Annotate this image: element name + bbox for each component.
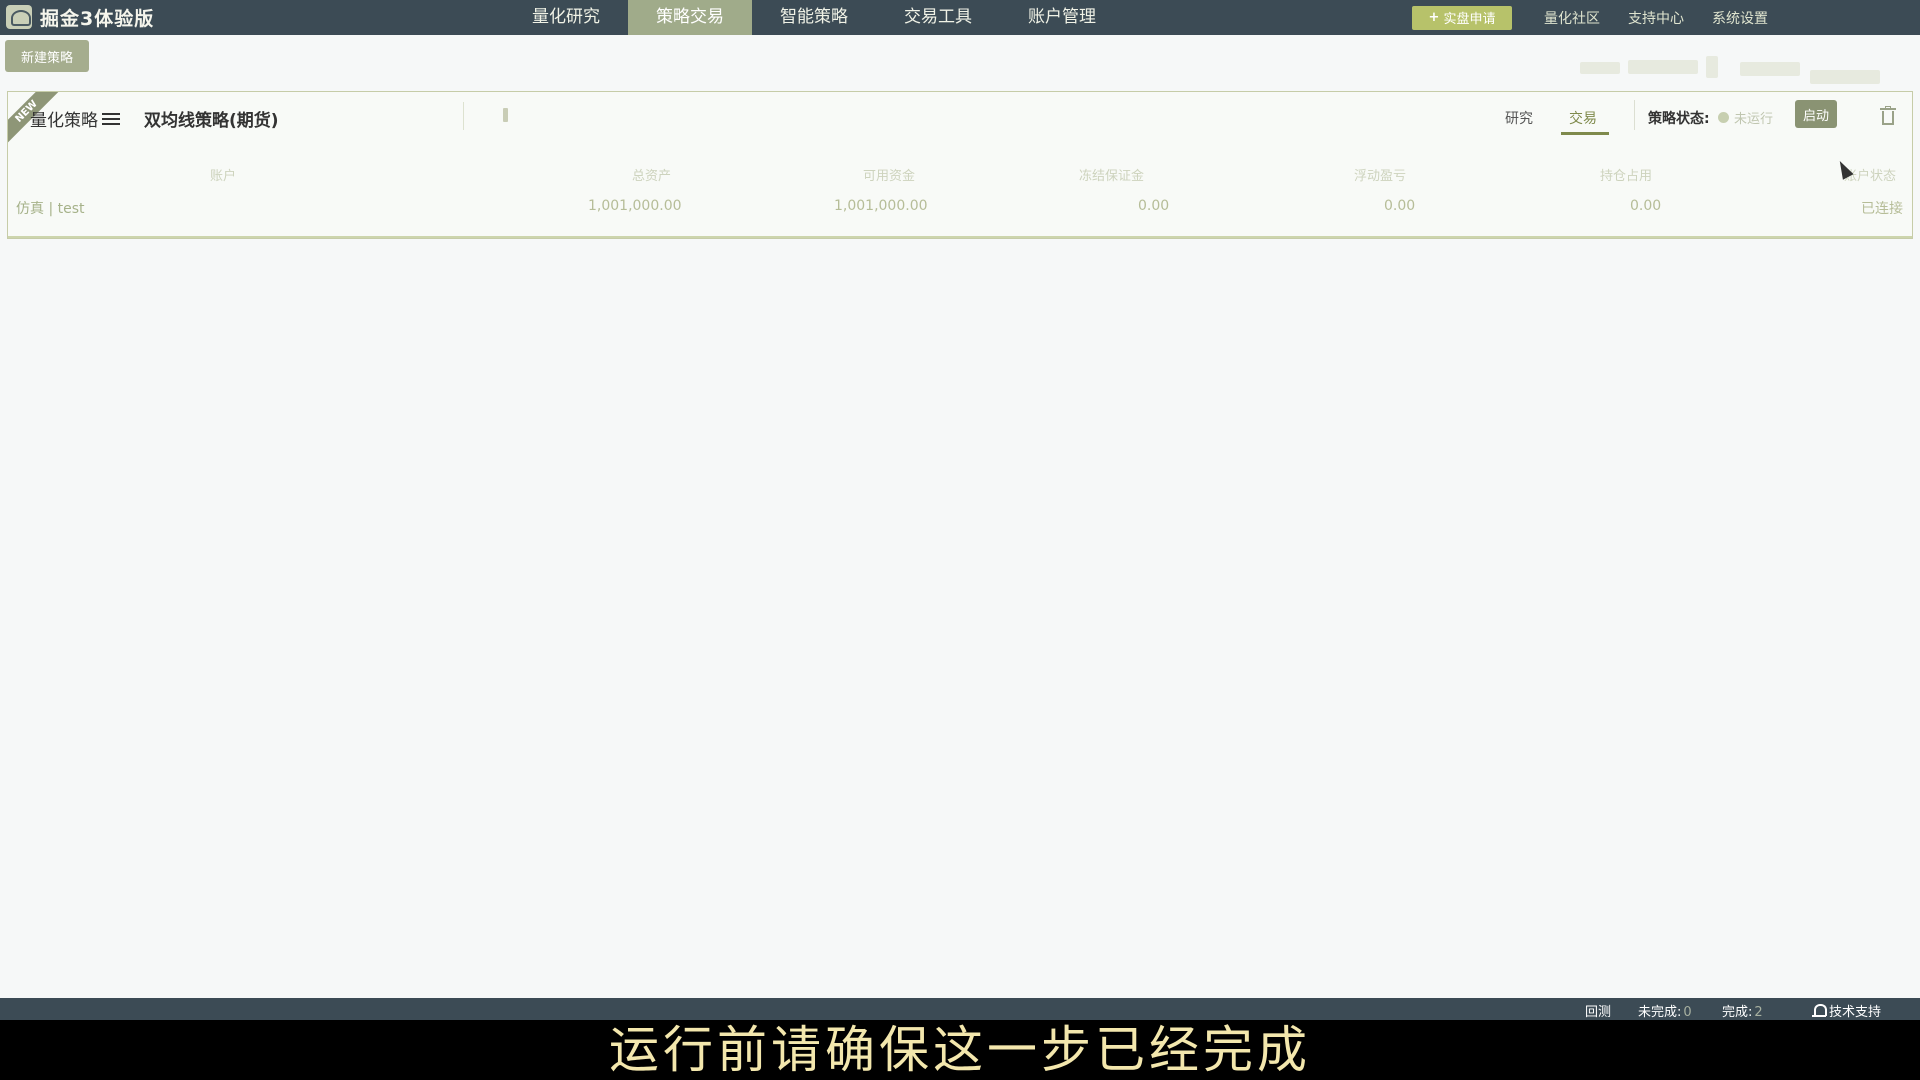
active-tab-indicator [1561,132,1609,135]
header-total-assets: 总资产 [632,169,672,184]
plus-icon: + [1428,10,1440,25]
app-title: 掘金3体验版 [40,7,155,30]
top-navigation-bar: 掘金3体验版 量化研究 策略交易 智能策略 交易工具 账户管理 + 实盘申请 量… [0,0,1920,35]
bell-icon [1812,1004,1827,1018]
tech-support-label: 技术支持 [1829,1005,1882,1020]
main-nav: 量化研究 策略交易 智能策略 交易工具 账户管理 [504,0,1124,35]
header-position-used: 持仓占用 [1600,169,1653,184]
app-logo[interactable]: 掘金3体验版 [6,4,154,30]
strategy-name: 双均线策略(期货) [144,111,279,131]
card-bottom-border [8,236,1912,238]
header-divider [463,102,464,130]
nav-tab-strategy-trading[interactable]: 策略交易 [628,0,752,35]
header-frozen-margin: 冻结保证金 [1079,169,1145,184]
strategy-status-value: 未运行 [1734,112,1774,127]
bottom-status-bar: 回测 未完成: 0 完成: 2 技术支持 [0,998,1920,1020]
finished-value: 2 [1754,1005,1763,1020]
status-divider [1634,100,1635,130]
header-account: 账户 [210,169,237,184]
nav-tab-account-management[interactable]: 账户管理 [1000,0,1124,35]
logo-icon [6,5,32,29]
cell-floating-pnl: 0.00 [1384,198,1416,214]
faded-toolbar-icons [1580,56,1890,96]
finished-count[interactable]: 完成: 2 [1722,1001,1763,1020]
trash-icon[interactable] [1880,106,1896,126]
header-available-funds: 可用资金 [863,169,916,184]
nav-tab-quant-research[interactable]: 量化研究 [504,0,628,35]
cell-available-funds: 1,001,000.00 [834,198,928,214]
backtest-link[interactable]: 回测 [1585,1001,1611,1020]
new-strategy-button[interactable]: 新建策略 [5,40,89,72]
nav-link-community[interactable]: 量化社区 [1544,8,1600,28]
nav-tab-smart-strategy[interactable]: 智能策略 [752,0,876,35]
unfinished-value: 0 [1683,1005,1692,1020]
status-dot-icon [1718,112,1729,123]
cell-total-assets: 1,001,000.00 [588,198,682,214]
live-trading-apply-button[interactable]: + 实盘申请 [1412,5,1512,30]
video-subtitle: 运行前请确保这一步已经完成 [609,1021,1311,1079]
unfinished-count[interactable]: 未完成: 0 [1638,1001,1692,1020]
cell-account-status: 已连接 [1861,201,1903,217]
strategy-category-label: 量化策略 [30,111,98,131]
tab-trade[interactable]: 交易 [1569,108,1597,128]
unfinished-label: 未完成: [1638,1005,1682,1020]
tab-research[interactable]: 研究 [1505,108,1533,128]
nav-link-system-settings[interactable]: 系统设置 [1712,8,1768,28]
strategy-card: NEW 量化策略 双均线策略(期货) 研究 交易 策略状态: 未运行 启动 账户… [7,91,1913,239]
cell-frozen-margin: 0.00 [1138,198,1170,214]
header-floating-pnl: 浮动盈亏 [1354,169,1407,184]
nav-right-group: + 实盘申请 量化社区 支持中心 系统设置 [1412,0,1796,35]
list-icon [102,112,120,126]
edit-icon[interactable] [498,108,512,124]
strategy-status-label: 策略状态: [1648,111,1710,127]
strategy-category[interactable]: 量化策略 [30,106,120,131]
tech-support-link[interactable]: 技术支持 [1812,1001,1881,1020]
cell-account[interactable]: 仿真 | test [16,198,85,218]
cell-position-used: 0.00 [1630,198,1662,214]
nav-link-support-center[interactable]: 支持中心 [1628,8,1684,28]
finished-label: 完成: [1722,1005,1753,1020]
start-button[interactable]: 启动 [1795,100,1837,128]
live-button-label: 实盘申请 [1443,12,1496,27]
nav-tab-trading-tools[interactable]: 交易工具 [876,0,1000,35]
